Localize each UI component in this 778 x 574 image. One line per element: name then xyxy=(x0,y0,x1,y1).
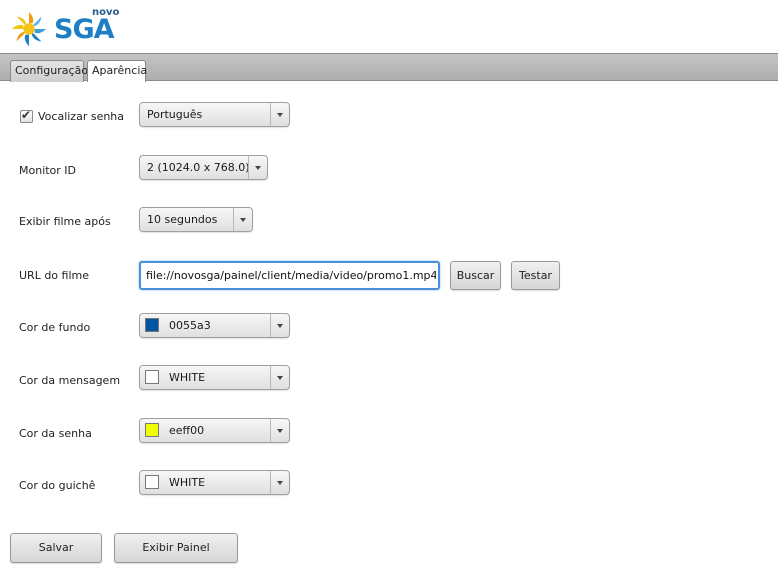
checkmark-icon: ✔ xyxy=(21,108,32,122)
chevron-down-icon xyxy=(277,113,283,117)
cor-senha-select[interactable]: eeff00 xyxy=(139,418,290,443)
browse-button[interactable]: Buscar xyxy=(450,261,501,290)
chevron-down-icon xyxy=(277,324,283,328)
language-select[interactable]: Português xyxy=(139,102,290,127)
language-value: Português xyxy=(147,108,203,121)
filme-delay-value: 10 segundos xyxy=(147,213,218,226)
vocalizar-label: Vocalizar senha xyxy=(38,110,125,123)
app-logo: novo SGA xyxy=(10,7,120,49)
cor-guiche-label: Cor do guichê xyxy=(19,479,96,492)
chevron-down-icon xyxy=(277,376,283,380)
show-panel-button[interactable]: Exibir Painel xyxy=(114,533,238,563)
test-button[interactable]: Testar xyxy=(511,261,560,290)
monitor-select[interactable]: 2 (1024.0 x 768.0) xyxy=(139,155,268,180)
sun-logo-icon xyxy=(11,11,47,47)
cor-mensagem-value: WHITE xyxy=(169,371,206,384)
logo-sga-text: SGA xyxy=(54,14,115,45)
tab-aparencia[interactable]: Aparência xyxy=(87,60,147,82)
cor-fundo-value: 0055a3 xyxy=(169,319,211,332)
cor-guiche-select[interactable]: WHITE xyxy=(139,470,290,495)
monitor-label: Monitor ID xyxy=(19,164,77,177)
cor-fundo-select[interactable]: 0055a3 xyxy=(139,313,290,338)
color-swatch xyxy=(145,370,159,384)
color-swatch xyxy=(145,475,159,489)
monitor-value: 2 (1024.0 x 768.0) xyxy=(147,161,250,174)
url-field[interactable] xyxy=(139,261,440,290)
color-swatch xyxy=(145,318,159,332)
vocalizar-checkbox[interactable]: ✔ xyxy=(20,108,33,123)
tab-configuracao[interactable]: Configuração xyxy=(10,60,88,82)
chevron-down-icon xyxy=(255,166,261,170)
url-label: URL do filme xyxy=(19,269,89,282)
filme-delay-select[interactable]: 10 segundos xyxy=(139,207,253,232)
cor-guiche-value: WHITE xyxy=(169,476,206,489)
color-swatch xyxy=(145,423,159,437)
cor-senha-label: Cor da senha xyxy=(19,427,92,440)
chevron-down-icon xyxy=(240,218,246,222)
chevron-down-icon xyxy=(277,481,283,485)
cor-mensagem-label: Cor da mensagem xyxy=(19,374,121,387)
tab-bar: Configuração Aparência xyxy=(0,53,778,82)
chevron-down-icon xyxy=(277,429,283,433)
cor-mensagem-select[interactable]: WHITE xyxy=(139,365,290,390)
url-input[interactable] xyxy=(141,263,436,287)
filme-label: Exibir filme após xyxy=(19,215,111,228)
save-button[interactable]: Salvar xyxy=(10,533,102,563)
cor-fundo-label: Cor de fundo xyxy=(19,321,91,334)
cor-senha-value: eeff00 xyxy=(169,424,205,437)
